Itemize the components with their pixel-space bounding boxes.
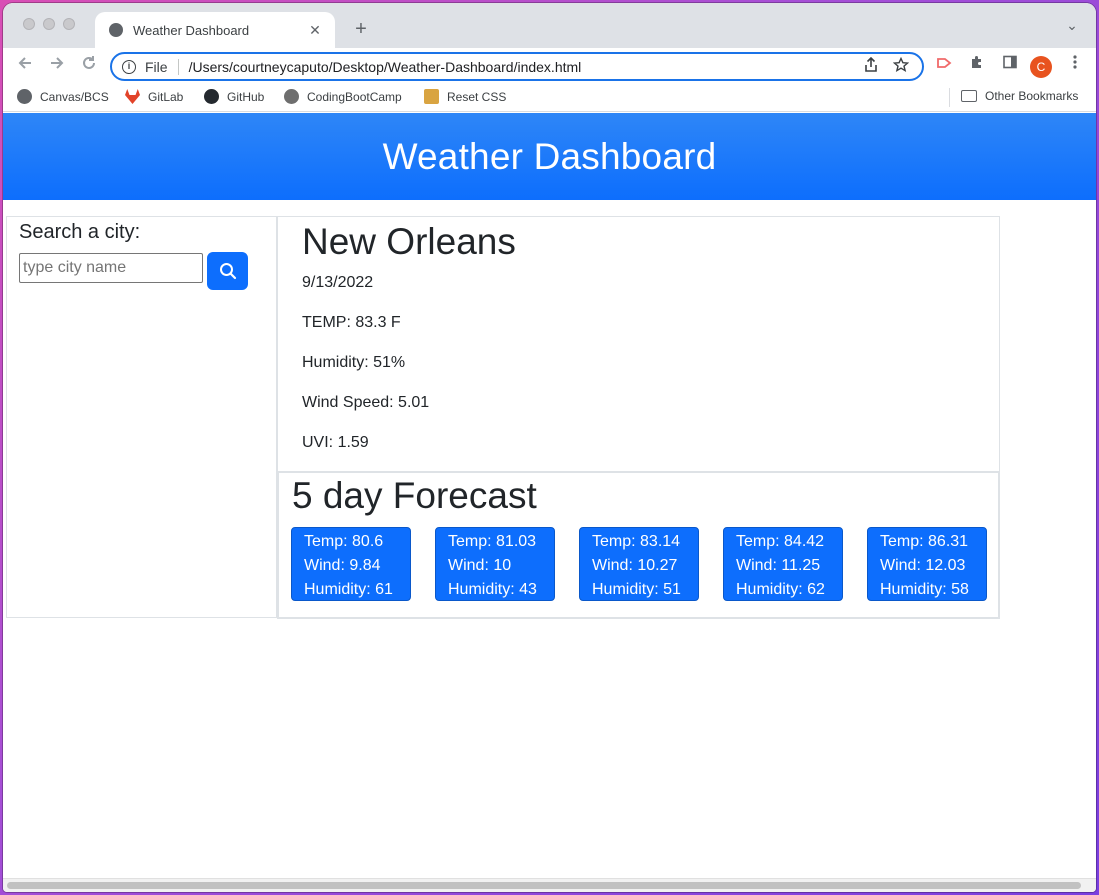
forecast-humidity: Humidity: 43 bbox=[448, 581, 537, 598]
back-arrow-icon[interactable] bbox=[13, 54, 37, 78]
site-info-icon[interactable]: i bbox=[122, 59, 136, 74]
forecast-temp: Temp: 80.6 bbox=[304, 533, 384, 550]
forecast-temp: Temp: 81.03 bbox=[448, 533, 537, 550]
bookmark-gitlab[interactable]: GitLab bbox=[125, 89, 183, 104]
bookmark-label: GitHub bbox=[227, 89, 265, 104]
profile-avatar[interactable]: C bbox=[1030, 56, 1052, 78]
forecast-temp: Temp: 86.31 bbox=[880, 533, 969, 550]
page-header: Weather Dashboard bbox=[3, 113, 1096, 200]
bookmarks-divider bbox=[949, 88, 950, 107]
current-wind-speed: Wind Speed: 5.01 bbox=[302, 394, 430, 411]
bookmark-star-icon[interactable] bbox=[890, 56, 912, 77]
other-bookmarks-folder[interactable]: Other Bookmarks bbox=[961, 89, 1078, 103]
forecast-card: Temp: 80.6 Wind: 9.84 Humidity: 61 bbox=[291, 527, 411, 601]
forecast-wind: Wind: 12.03 bbox=[880, 557, 966, 574]
other-bookmarks-label: Other Bookmarks bbox=[985, 89, 1079, 103]
url-divider bbox=[177, 58, 179, 75]
forecast-humidity: Humidity: 51 bbox=[592, 581, 681, 598]
globe-icon bbox=[109, 23, 123, 37]
search-button[interactable] bbox=[207, 252, 248, 290]
search-label: Search a city: bbox=[19, 221, 141, 243]
search-icon bbox=[219, 263, 236, 280]
folder-icon bbox=[961, 90, 977, 102]
horizontal-scrollbar[interactable] bbox=[3, 878, 1096, 892]
current-uvi: UVI: 1.59 bbox=[302, 434, 369, 451]
url-scheme: File bbox=[145, 58, 168, 75]
forecast-temp: Temp: 84.42 bbox=[736, 533, 825, 550]
city-search-input[interactable] bbox=[19, 253, 203, 283]
share-icon[interactable] bbox=[860, 56, 882, 77]
browser-menu-kebab-icon[interactable] bbox=[1063, 54, 1087, 78]
minimize-window-button[interactable] bbox=[43, 18, 55, 30]
city-name: New Orleans bbox=[302, 221, 516, 262]
tab-weather-dashboard[interactable]: Weather Dashboard ✕ bbox=[95, 12, 335, 48]
page-content: Weather Dashboard Search a city: New Orl… bbox=[3, 113, 1096, 878]
reset-css-icon bbox=[424, 89, 439, 104]
address-bar[interactable]: i File /Users/courtneycaputo/Desktop/Wea… bbox=[110, 52, 924, 81]
current-date: 9/13/2022 bbox=[302, 274, 374, 291]
url-text[interactable]: /Users/courtneycaputo/Desktop/Weather-Da… bbox=[189, 59, 852, 75]
forecast-card: Temp: 86.31 Wind: 12.03 Humidity: 58 bbox=[867, 527, 987, 601]
new-tab-button[interactable]: + bbox=[349, 17, 373, 41]
reload-icon[interactable] bbox=[77, 54, 101, 78]
bookmark-label: GitLab bbox=[148, 89, 184, 104]
github-icon bbox=[204, 89, 219, 104]
forecast-card: Temp: 81.03 Wind: 10 Humidity: 43 bbox=[435, 527, 555, 601]
forecast-wind: Wind: 9.84 bbox=[304, 557, 381, 574]
bookmark-label: Canvas/BCS bbox=[40, 89, 109, 104]
forecast-card: Temp: 84.42 Wind: 11.25 Humidity: 62 bbox=[723, 527, 843, 601]
bookmark-label: CodingBootCamp bbox=[307, 89, 402, 104]
forecast-wind: Wind: 11.25 bbox=[736, 557, 821, 574]
tab-strip: Weather Dashboard ✕ + ⌄ bbox=[3, 3, 1096, 48]
forecast-humidity: Humidity: 62 bbox=[736, 581, 825, 598]
extension-arrow-icon[interactable] bbox=[933, 54, 957, 78]
codingbootcamp-icon bbox=[284, 89, 299, 104]
bookmark-reset-css[interactable]: Reset CSS bbox=[424, 89, 506, 104]
forecast-temp: Temp: 83.14 bbox=[592, 533, 681, 550]
bookmarks-bar: Canvas/BCS GitLab GitHub CodingBootCamp … bbox=[3, 84, 1096, 112]
forward-arrow-icon[interactable] bbox=[45, 54, 69, 78]
extensions-puzzle-icon[interactable] bbox=[965, 54, 989, 78]
tab-title: Weather Dashboard bbox=[133, 22, 250, 38]
bookmark-codingbootcamp[interactable]: CodingBootCamp bbox=[284, 89, 402, 104]
window-controls bbox=[23, 18, 75, 30]
bookmark-github[interactable]: GitHub bbox=[204, 89, 264, 104]
current-humidity: Humidity: 51% bbox=[302, 354, 406, 371]
side-panel-icon[interactable] bbox=[998, 54, 1022, 78]
bookmark-canvas-bcs[interactable]: Canvas/BCS bbox=[17, 89, 109, 104]
forecast-humidity: Humidity: 61 bbox=[304, 581, 393, 598]
forecast-wind: Wind: 10.27 bbox=[592, 557, 678, 574]
bookmark-label: Reset CSS bbox=[447, 89, 507, 104]
page-title: Weather Dashboard bbox=[382, 135, 717, 177]
close-window-button[interactable] bbox=[23, 18, 35, 30]
scrollbar-thumb[interactable] bbox=[7, 882, 1081, 889]
tab-close-icon[interactable]: ✕ bbox=[307, 22, 323, 39]
browser-toolbar: i File /Users/courtneycaputo/Desktop/Wea… bbox=[3, 48, 1096, 84]
forecast-humidity: Humidity: 58 bbox=[880, 581, 969, 598]
globe-icon bbox=[17, 89, 32, 104]
search-panel: Search a city: bbox=[6, 216, 277, 618]
current-temp: TEMP: 83.3 F bbox=[302, 314, 401, 331]
forecast-panel: 5 day Forecast Temp: 80.6 Wind: 9.84 Hum… bbox=[277, 471, 1000, 619]
tab-search-chevron-icon[interactable]: ⌄ bbox=[1062, 17, 1082, 34]
forecast-title: 5 day Forecast bbox=[292, 475, 537, 516]
current-weather-panel: New Orleans 9/13/2022 TEMP: 83.3 F Humid… bbox=[277, 216, 1000, 472]
browser-window: Weather Dashboard ✕ + ⌄ i File /Users/co… bbox=[3, 3, 1096, 892]
zoom-window-button[interactable] bbox=[63, 18, 75, 30]
gitlab-icon bbox=[125, 89, 140, 104]
forecast-wind: Wind: 10 bbox=[448, 557, 512, 574]
forecast-card: Temp: 83.14 Wind: 10.27 Humidity: 51 bbox=[579, 527, 699, 601]
